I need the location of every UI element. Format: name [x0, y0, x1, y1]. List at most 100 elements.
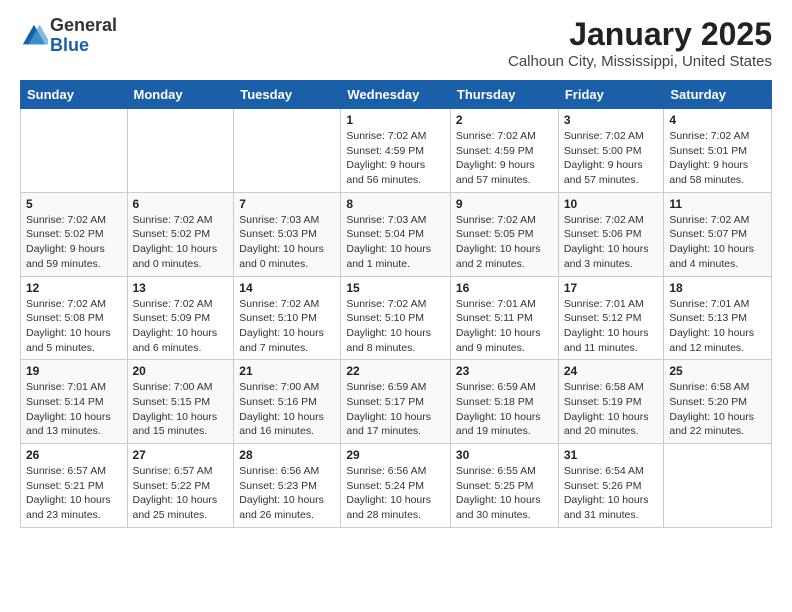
day-info: Sunrise: 6:56 AM Sunset: 5:23 PM Dayligh… — [239, 464, 335, 523]
day-info: Sunrise: 7:00 AM Sunset: 5:15 PM Dayligh… — [133, 380, 229, 439]
day-info: Sunrise: 7:00 AM Sunset: 5:16 PM Dayligh… — [239, 380, 335, 439]
day-info: Sunrise: 7:02 AM Sunset: 4:59 PM Dayligh… — [346, 129, 445, 188]
calendar-cell: 6Sunrise: 7:02 AM Sunset: 5:02 PM Daylig… — [127, 192, 234, 276]
day-info: Sunrise: 7:02 AM Sunset: 4:59 PM Dayligh… — [456, 129, 553, 188]
day-info: Sunrise: 6:56 AM Sunset: 5:24 PM Dayligh… — [346, 464, 445, 523]
day-number: 6 — [133, 197, 229, 211]
day-info: Sunrise: 6:59 AM Sunset: 5:18 PM Dayligh… — [456, 380, 553, 439]
calendar-cell: 4Sunrise: 7:02 AM Sunset: 5:01 PM Daylig… — [664, 109, 772, 193]
calendar-cell: 14 Sunrise: 7:02 AM Sunset: 5:10 PM Dayli… — [234, 276, 341, 360]
day-number: 9 — [456, 197, 553, 211]
weekday-header-tuesday: Tuesday — [234, 81, 341, 109]
day-number: 15 — [346, 281, 445, 295]
day-info: Sunrise: 7:02 AM Sunset: 5:01 PM Dayligh… — [669, 129, 766, 188]
calendar-cell: 10Sunrise: 7:02 AM Sunset: 5:06 PM Dayli… — [558, 192, 664, 276]
day-info: Sunrise: 6:55 AM Sunset: 5:25 PM Dayligh… — [456, 464, 553, 523]
calendar-cell: 2Sunrise: 7:02 AM Sunset: 4:59 PM Daylig… — [450, 109, 558, 193]
weekday-header-wednesday: Wednesday — [341, 81, 451, 109]
week-row-0: 1 Sunrise: 7:02 AM Sunset: 4:59 PM Daylig… — [21, 109, 772, 193]
week-row-2: 12 Sunrise: 7:02 AM Sunset: 5:08 PM Dayli… — [21, 276, 772, 360]
logo: General Blue — [20, 16, 117, 56]
calendar-cell: 29 Sunrise: 6:56 AM Sunset: 5:24 PM Dayli… — [341, 444, 451, 528]
week-row-3: 19 Sunrise: 7:01 AM Sunset: 5:14 PM Dayli… — [21, 360, 772, 444]
calendar-cell: 17 Sunrise: 7:01 AM Sunset: 5:12 PM Dayli… — [558, 276, 664, 360]
calendar-cell: 23Sunrise: 6:59 AM Sunset: 5:18 PM Dayli… — [450, 360, 558, 444]
day-number: 19 — [26, 364, 122, 378]
day-number: 27 — [133, 448, 229, 462]
day-info: Sunrise: 6:59 AM Sunset: 5:17 PM Dayligh… — [346, 380, 445, 439]
calendar-cell — [234, 109, 341, 193]
calendar-cell — [127, 109, 234, 193]
weekday-header-friday: Friday — [558, 81, 664, 109]
header: General Blue January 2025 Calhoun City, … — [20, 16, 772, 70]
day-number: 16 — [456, 281, 553, 295]
title-block: January 2025 Calhoun City, Mississippi, … — [508, 16, 772, 70]
day-info: Sunrise: 7:01 AM Sunset: 5:12 PM Dayligh… — [564, 297, 659, 356]
calendar-cell: 7 Sunrise: 7:03 AM Sunset: 5:03 PM Daylig… — [234, 192, 341, 276]
calendar-cell: 11 Sunrise: 7:02 AM Sunset: 5:07 PM Dayli… — [664, 192, 772, 276]
day-info: Sunrise: 6:54 AM Sunset: 5:26 PM Dayligh… — [564, 464, 659, 523]
weekday-header-monday: Monday — [127, 81, 234, 109]
day-number: 29 — [346, 448, 445, 462]
day-number: 1 — [346, 113, 445, 127]
week-row-4: 26Sunrise: 6:57 AM Sunset: 5:21 PM Dayli… — [21, 444, 772, 528]
day-info: Sunrise: 7:01 AM Sunset: 5:13 PM Dayligh… — [669, 297, 766, 356]
day-info: Sunrise: 7:02 AM Sunset: 5:08 PM Dayligh… — [26, 297, 122, 356]
calendar-cell: 13Sunrise: 7:02 AM Sunset: 5:09 PM Dayli… — [127, 276, 234, 360]
day-number: 26 — [26, 448, 122, 462]
day-info: Sunrise: 7:02 AM Sunset: 5:09 PM Dayligh… — [133, 297, 229, 356]
day-number: 20 — [133, 364, 229, 378]
calendar-cell — [664, 444, 772, 528]
day-number: 14 — [239, 281, 335, 295]
calendar-cell: 31Sunrise: 6:54 AM Sunset: 5:26 PM Dayli… — [558, 444, 664, 528]
weekday-header-row: SundayMondayTuesdayWednesdayThursdayFrid… — [21, 81, 772, 109]
day-number: 8 — [346, 197, 445, 211]
day-info: Sunrise: 7:03 AM Sunset: 5:04 PM Dayligh… — [346, 213, 445, 272]
day-number: 7 — [239, 197, 335, 211]
day-info: Sunrise: 6:58 AM Sunset: 5:20 PM Dayligh… — [669, 380, 766, 439]
day-number: 17 — [564, 281, 659, 295]
calendar-cell: 28 Sunrise: 6:56 AM Sunset: 5:23 PM Dayli… — [234, 444, 341, 528]
logo-text: General Blue — [50, 16, 117, 56]
weekday-header-saturday: Saturday — [664, 81, 772, 109]
day-info: Sunrise: 7:01 AM Sunset: 5:14 PM Dayligh… — [26, 380, 122, 439]
day-info: Sunrise: 7:02 AM Sunset: 5:10 PM Dayligh… — [346, 297, 445, 356]
day-number: 11 — [669, 197, 766, 211]
calendar-cell: 20 Sunrise: 7:00 AM Sunset: 5:15 PM Dayli… — [127, 360, 234, 444]
calendar-cell: 24Sunrise: 6:58 AM Sunset: 5:19 PM Dayli… — [558, 360, 664, 444]
calendar-cell: 19 Sunrise: 7:01 AM Sunset: 5:14 PM Dayli… — [21, 360, 128, 444]
calendar-cell: 8 Sunrise: 7:03 AM Sunset: 5:04 PM Daylig… — [341, 192, 451, 276]
day-number: 12 — [26, 281, 122, 295]
calendar-cell: 9Sunrise: 7:02 AM Sunset: 5:05 PM Daylig… — [450, 192, 558, 276]
week-row-1: 5 Sunrise: 7:02 AM Sunset: 5:02 PM Daylig… — [21, 192, 772, 276]
day-number: 5 — [26, 197, 122, 211]
day-number: 18 — [669, 281, 766, 295]
day-number: 10 — [564, 197, 659, 211]
day-info: Sunrise: 6:57 AM Sunset: 5:22 PM Dayligh… — [133, 464, 229, 523]
day-info: Sunrise: 7:02 AM Sunset: 5:02 PM Dayligh… — [26, 213, 122, 272]
logo-icon — [20, 22, 48, 50]
day-number: 22 — [346, 364, 445, 378]
day-number: 3 — [564, 113, 659, 127]
calendar-cell: 22 Sunrise: 6:59 AM Sunset: 5:17 PM Dayli… — [341, 360, 451, 444]
day-number: 28 — [239, 448, 335, 462]
day-info: Sunrise: 7:02 AM Sunset: 5:10 PM Dayligh… — [239, 297, 335, 356]
calendar-table: SundayMondayTuesdayWednesdayThursdayFrid… — [20, 80, 772, 528]
calendar-cell: 16 Sunrise: 7:01 AM Sunset: 5:11 PM Dayli… — [450, 276, 558, 360]
day-info: Sunrise: 7:02 AM Sunset: 5:07 PM Dayligh… — [669, 213, 766, 272]
calendar-cell — [21, 109, 128, 193]
day-info: Sunrise: 7:03 AM Sunset: 5:03 PM Dayligh… — [239, 213, 335, 272]
calendar-cell: 30 Sunrise: 6:55 AM Sunset: 5:25 PM Dayli… — [450, 444, 558, 528]
day-number: 25 — [669, 364, 766, 378]
day-info: Sunrise: 7:02 AM Sunset: 5:00 PM Dayligh… — [564, 129, 659, 188]
calendar-subtitle: Calhoun City, Mississippi, United States — [508, 53, 772, 70]
day-number: 24 — [564, 364, 659, 378]
weekday-header-sunday: Sunday — [21, 81, 128, 109]
day-number: 30 — [456, 448, 553, 462]
calendar-cell: 27 Sunrise: 6:57 AM Sunset: 5:22 PM Dayli… — [127, 444, 234, 528]
calendar-cell: 15 Sunrise: 7:02 AM Sunset: 5:10 PM Dayli… — [341, 276, 451, 360]
calendar-cell: 5 Sunrise: 7:02 AM Sunset: 5:02 PM Daylig… — [21, 192, 128, 276]
day-info: Sunrise: 7:01 AM Sunset: 5:11 PM Dayligh… — [456, 297, 553, 356]
calendar-cell: 1 Sunrise: 7:02 AM Sunset: 4:59 PM Daylig… — [341, 109, 451, 193]
calendar-cell: 25 Sunrise: 6:58 AM Sunset: 5:20 PM Dayli… — [664, 360, 772, 444]
